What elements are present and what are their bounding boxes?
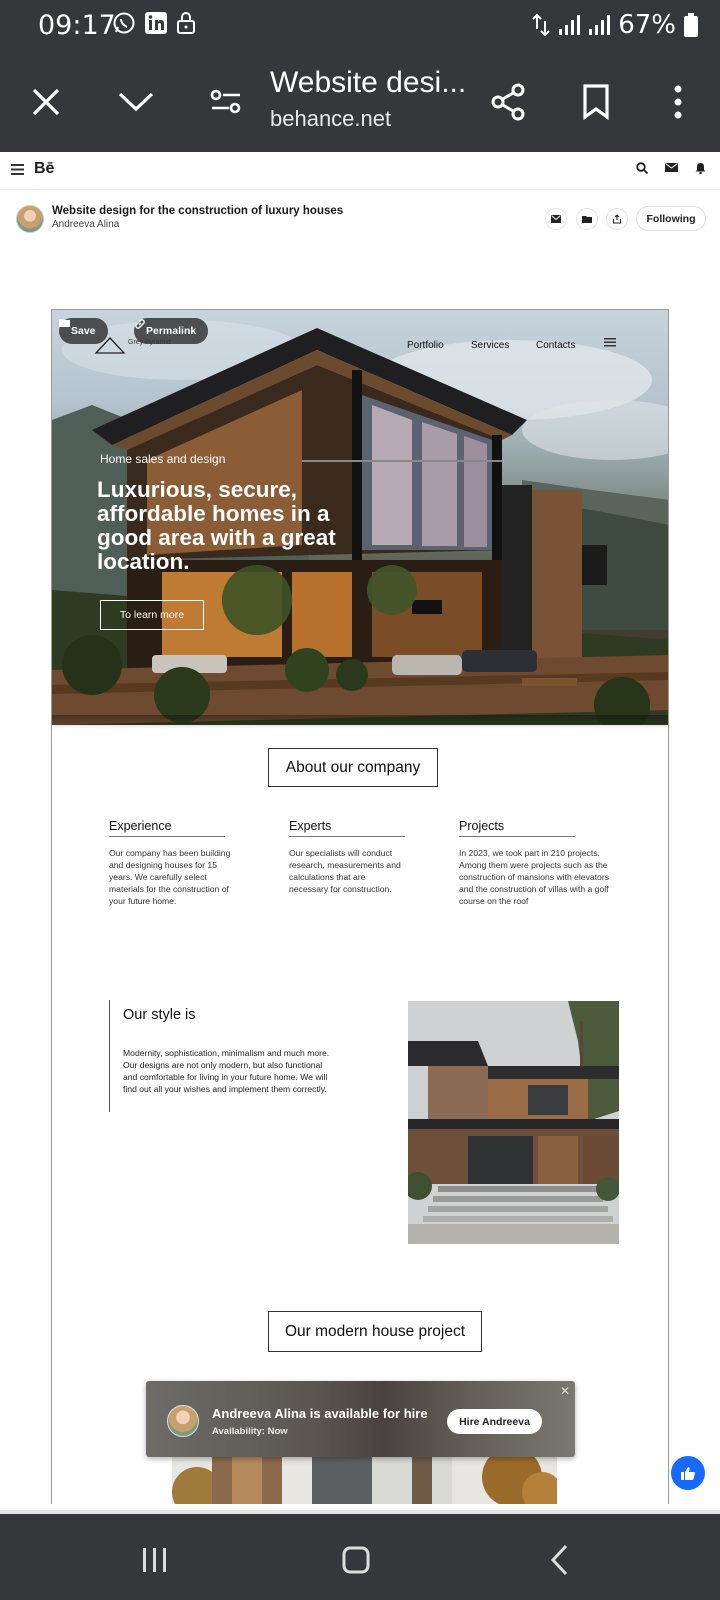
appreciate-button[interactable] — [671, 1456, 705, 1490]
experience-heading: Experience — [109, 819, 225, 837]
house-photo-illustration — [408, 1001, 619, 1244]
close-tab-button[interactable] — [20, 76, 72, 128]
tune-icon — [210, 89, 241, 114]
android-nav-bar — [0, 1510, 720, 1600]
hero-learn-more-button: To learn more — [100, 600, 204, 630]
hero-nav-services: Services — [471, 340, 510, 351]
experts-heading: Experts — [289, 819, 405, 837]
folder-icon — [582, 216, 592, 223]
behance-logo[interactable]: Bē — [34, 160, 54, 178]
save-to-collection-button[interactable] — [576, 208, 598, 230]
projects-heading: Projects — [459, 819, 575, 837]
style-block: Our style is Modernity, sophistication, … — [109, 1000, 349, 1112]
link-icon — [135, 319, 145, 329]
house-photo — [408, 1001, 619, 1244]
hire-availability: Availability: Now — [212, 1426, 288, 1437]
behance-header: Bē — [0, 152, 720, 190]
project-section-heading: Our modern house project — [268, 1311, 482, 1352]
projects-text: In 2023, we took part in 210 projects. A… — [459, 848, 609, 906]
project-info-bar: Website design for the construction of l… — [0, 191, 720, 246]
chevron-down-icon — [118, 92, 154, 112]
mail-icon[interactable] — [665, 162, 678, 173]
style-text: Modernity, sophistication, minimalism an… — [123, 1048, 330, 1094]
hire-banner: Andreeva Alina is available for hire Ava… — [146, 1381, 575, 1457]
following-button[interactable]: Following — [636, 206, 706, 231]
signal-icon — [559, 15, 581, 35]
search-icon[interactable] — [636, 162, 648, 174]
thumbs-up-icon — [681, 1466, 695, 1480]
project-author[interactable]: Andreeva Alina — [52, 219, 119, 230]
bell-icon[interactable] — [695, 162, 706, 174]
data-transfer-icon — [532, 13, 550, 37]
message-button[interactable] — [545, 208, 567, 230]
hero-nav-portfolio: Portfolio — [407, 340, 444, 351]
close-icon[interactable]: ✕ — [560, 1384, 570, 1398]
author-avatar[interactable] — [16, 205, 44, 233]
mail-icon — [551, 215, 561, 223]
site-settings-button[interactable] — [200, 76, 252, 128]
browser-url[interactable]: behance.net — [270, 106, 391, 132]
share-project-button[interactable] — [606, 208, 628, 230]
home-button[interactable] — [331, 1540, 381, 1580]
share-button[interactable] — [482, 76, 534, 128]
screen: 09:17 67% Website desi... behance.net Bē… — [0, 0, 720, 1600]
back-icon — [550, 1544, 568, 1576]
linkedin-icon — [145, 12, 167, 34]
hero-section: Grey Pyramid Portfolio Services Contacts… — [52, 310, 668, 725]
bookmark-button[interactable] — [570, 76, 622, 128]
browser-page-title: Website desi... — [270, 66, 467, 99]
hire-button[interactable]: Hire Andreeva — [447, 1409, 542, 1434]
experts-text: Our specialists will conduct research, m… — [289, 848, 401, 894]
header-actions — [636, 162, 706, 174]
project-design-image: Grey Pyramid Portfolio Services Contacts… — [51, 309, 669, 1504]
project-title: Website design for the construction of l… — [52, 205, 344, 217]
upload-share-icon — [612, 214, 622, 224]
permalink-chip-button[interactable]: Permalink — [134, 318, 209, 344]
more-options-button[interactable] — [652, 76, 704, 128]
save-chip-label: Save — [71, 325, 96, 337]
hire-title: Andreeva Alina is available for hire — [212, 1406, 428, 1421]
hero-subtitle: Home sales and design — [100, 452, 226, 466]
status-time: 09:17 — [38, 10, 116, 41]
style-title: Our style is — [123, 1007, 196, 1023]
folder-icon — [59, 319, 70, 327]
browser-toolbar: Website desi... behance.net — [0, 52, 720, 152]
experience-text: Our company has been building and design… — [109, 848, 231, 906]
whatsapp-icon — [113, 12, 135, 34]
hero-shadow — [52, 715, 668, 729]
battery-percent: 67% — [618, 10, 676, 40]
about-heading: About our company — [268, 748, 438, 787]
recents-button[interactable] — [130, 1540, 180, 1580]
permalink-chip-label: Permalink — [146, 325, 197, 337]
battery-icon — [684, 13, 698, 37]
bookmark-icon — [583, 84, 609, 120]
hire-avatar — [167, 1405, 199, 1437]
more-vert-icon — [674, 85, 682, 119]
save-chip-button[interactable]: Save — [59, 318, 108, 344]
status-bar: 09:17 67% — [0, 0, 720, 52]
status-right: 67% — [532, 10, 698, 40]
close-icon — [32, 88, 60, 116]
status-notification-icons — [112, 11, 196, 35]
share-icon — [491, 83, 525, 121]
recents-icon — [143, 1548, 166, 1572]
minimize-button[interactable] — [110, 76, 162, 128]
home-icon — [342, 1546, 370, 1574]
hero-title: Luxurious, secure, affordable homes in a… — [97, 477, 336, 574]
hamburger-menu-icon[interactable] — [11, 164, 24, 175]
back-button[interactable] — [535, 1540, 585, 1580]
signal-icon-2 — [589, 15, 611, 35]
lock-icon — [177, 12, 195, 34]
hero-nav-contacts: Contacts — [536, 340, 576, 351]
